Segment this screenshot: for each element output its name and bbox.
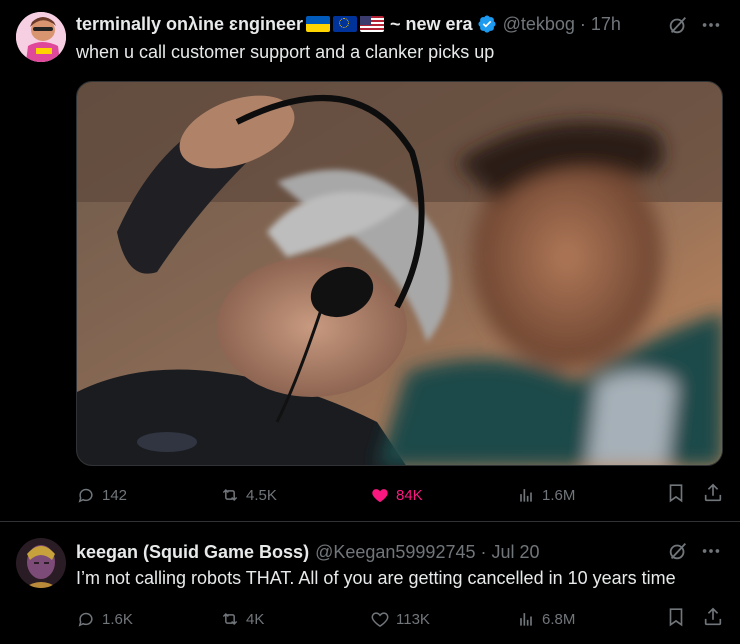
post-time[interactable]: 17h	[591, 14, 621, 35]
eu-flag-icon	[333, 16, 358, 32]
repost-icon	[222, 488, 238, 502]
share-icon[interactable]	[702, 606, 724, 628]
post-text: when u call customer support and a clank…	[76, 42, 495, 62]
bookmark-icon[interactable]	[665, 606, 687, 628]
like-count: 84K	[396, 486, 423, 504]
post-text: I’m not calling robots THAT. All of you …	[76, 568, 676, 588]
more-options-icon[interactable]	[700, 14, 722, 36]
repost-button[interactable]: 4.5K	[220, 482, 277, 508]
ukraine-flag-icon	[306, 16, 331, 32]
author-name[interactable]: keegan (Squid Game Boss)	[76, 542, 309, 563]
reply-icon	[78, 612, 93, 627]
repost-count: 4.5K	[246, 486, 277, 504]
post-primary: terminally onλine ɛngineer ~ new era @te…	[0, 0, 740, 522]
views-count: 6.8M	[542, 610, 576, 628]
reply-button[interactable]: 142	[76, 482, 127, 508]
like-button[interactable]: 84K	[370, 482, 423, 508]
like-count: 113K	[396, 610, 430, 628]
avatar-illustration-icon	[16, 12, 66, 62]
us-flag-icon	[360, 16, 385, 32]
author-name[interactable]: terminally onλine ɛngineer	[76, 14, 303, 35]
reply-button[interactable]: 1.6K	[76, 606, 133, 632]
verified-badge-icon[interactable]	[477, 14, 497, 34]
post-actions: 142 4.5K 84K 1.6M	[76, 482, 726, 508]
repost-count: 4K	[246, 610, 265, 628]
post-image[interactable]	[76, 81, 723, 466]
heart-filled-icon	[372, 489, 388, 503]
author-name-suffix: ~ new era	[390, 13, 473, 34]
like-button[interactable]: 113K	[370, 606, 430, 632]
author-handle[interactable]: @Keegan59992745	[315, 542, 475, 563]
views-button[interactable]: 1.6M	[516, 482, 575, 508]
post-header: terminally onλine ɛngineer ~ new era @te…	[76, 12, 621, 36]
separator-dot: ·	[579, 13, 586, 34]
avatar[interactable]	[16, 12, 66, 62]
author-handle[interactable]: @tekbog	[503, 14, 575, 35]
grok-icon[interactable]	[667, 14, 689, 36]
views-chart-icon	[520, 489, 532, 502]
more-options-icon[interactable]	[700, 540, 722, 562]
grok-icon[interactable]	[667, 540, 689, 562]
meme-photo	[77, 82, 722, 465]
post-time[interactable]: Jul 20	[491, 542, 539, 563]
views-button[interactable]: 6.8M	[516, 606, 575, 632]
repost-button[interactable]: 4K	[220, 606, 264, 632]
post-header: keegan (Squid Game Boss) @Keegan59992745…	[76, 540, 540, 564]
bookmark-icon[interactable]	[665, 482, 687, 504]
views-chart-icon	[520, 613, 532, 626]
reply-count: 142	[102, 486, 128, 504]
avatar[interactable]	[16, 538, 66, 588]
separator-dot: ·	[480, 541, 487, 562]
reply-count: 1.6K	[102, 610, 133, 628]
repost-icon	[222, 612, 238, 626]
share-icon[interactable]	[702, 482, 724, 504]
heart-outline-icon	[371, 612, 389, 627]
views-count: 1.6M	[542, 486, 576, 504]
post-actions: 1.6K 4K 113K 6.8M	[76, 606, 726, 632]
avatar-villain-icon	[16, 538, 66, 588]
reply-icon	[78, 488, 93, 503]
